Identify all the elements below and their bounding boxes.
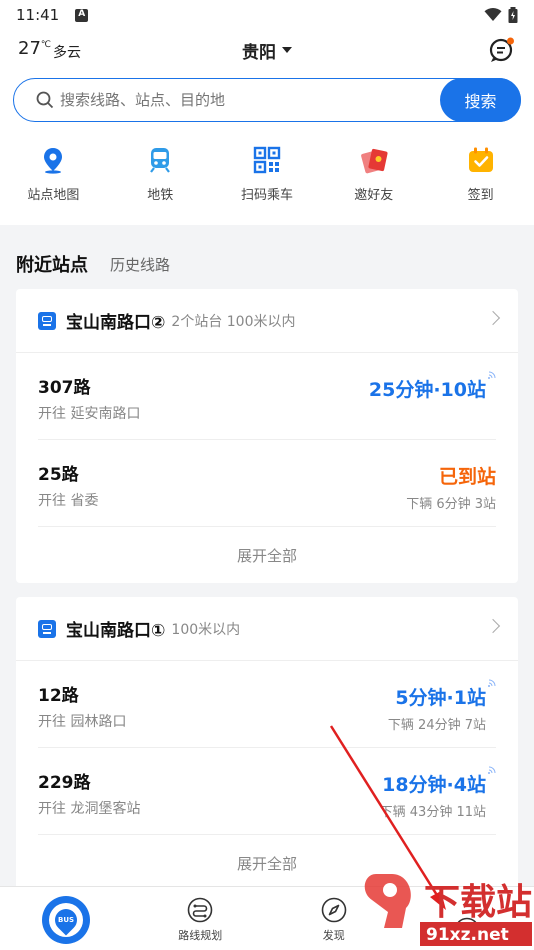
expand-all-button[interactable]: 展开全部 xyxy=(16,527,518,583)
bus-stop-icon xyxy=(38,311,56,330)
stop-header[interactable]: 宝山南路口① 100米以内 xyxy=(16,597,518,661)
app-header: 27 ℃ 多云 贵阳 xyxy=(0,30,534,70)
check-in-icon xyxy=(468,147,493,172)
quick-actions: 站点地图 地铁 扫码乘车 邀好友 签到 xyxy=(0,146,534,203)
chevron-right-icon xyxy=(485,618,501,634)
route-direction: 开往 延安南路口 xyxy=(38,406,141,422)
city-name: 贵阳 xyxy=(242,42,276,63)
stop-header[interactable]: 宝山南路口② 2个站台 100米以内 xyxy=(16,289,518,353)
nav-label: 发现 xyxy=(322,929,345,942)
search-button[interactable]: 搜索 xyxy=(440,77,521,122)
stop-card: 宝山南路口① 100米以内 12路 开往 园林路口 5分钟·1站 下辆 24分钟… xyxy=(16,597,518,891)
status-bar: 11:41 xyxy=(0,0,534,30)
route-name: 307路 xyxy=(38,378,91,398)
bus-badge-text: BUS xyxy=(57,916,75,924)
list-tabs: 附近站点 历史线路 xyxy=(0,225,534,277)
route-name: 25路 xyxy=(38,465,79,485)
search-bar: 搜索 xyxy=(13,77,521,122)
top-section: 11:41 27 ℃ 多云 贵阳 搜索 xyxy=(0,0,534,225)
nav-home[interactable]: BUS xyxy=(0,887,134,950)
wifi-icon xyxy=(484,8,502,21)
quick-label: 站点地图 xyxy=(27,188,80,203)
route-row[interactable]: 229路 开往 龙洞堡客站 18分钟·4站 下辆 43分钟 11站 xyxy=(38,748,496,835)
bus-home-icon: BUS xyxy=(42,896,90,944)
quick-station-map[interactable]: 站点地图 xyxy=(0,146,107,203)
tab-nearby-stops[interactable]: 附近站点 xyxy=(16,251,88,277)
route-direction: 开往 园林路口 xyxy=(38,714,127,730)
quick-label: 邀好友 xyxy=(354,188,394,203)
weather: 27 ℃ 多云 xyxy=(18,38,81,62)
quick-label: 签到 xyxy=(467,188,494,203)
notification-icon xyxy=(75,8,89,22)
route-eta: 5分钟·1站 xyxy=(395,687,486,709)
quick-label: 扫码乘车 xyxy=(240,188,293,203)
watermark-title: 下载站 xyxy=(424,882,532,923)
red-envelope-icon xyxy=(360,148,388,174)
route-eta: 25分钟·10站 xyxy=(368,379,486,401)
route-eta: 18分钟·4站 xyxy=(382,774,486,796)
weather-condition: 多云 xyxy=(53,45,82,61)
subway-icon xyxy=(150,148,171,173)
status-time: 11:41 xyxy=(16,6,60,24)
stop-name: 宝山南路口② xyxy=(66,313,166,333)
qr-code-icon xyxy=(253,146,281,174)
stop-meta: 100米以内 xyxy=(171,621,241,638)
route-row[interactable]: 12路 开往 园林路口 5分钟·1站 下辆 24分钟 7站 xyxy=(38,661,496,748)
temperature: 27 xyxy=(18,38,41,59)
route-next-bus: 下辆 24分钟 7站 xyxy=(387,718,486,733)
bus-stop-icon xyxy=(38,619,56,638)
realtime-signal-icon xyxy=(488,371,496,379)
route-name: 12路 xyxy=(38,686,79,706)
watermark-url: 91xz.net xyxy=(426,925,509,945)
quick-check-in[interactable]: 签到 xyxy=(427,146,534,203)
route-next-bus: 下辆 6分钟 3站 xyxy=(406,497,496,512)
temperature-unit: ℃ xyxy=(40,40,52,50)
city-selector[interactable]: 贵阳 xyxy=(242,38,292,63)
map-pin-icon xyxy=(44,148,63,174)
route-name: 229路 xyxy=(38,773,91,793)
message-icon[interactable] xyxy=(488,36,516,64)
stop-name: 宝山南路口① xyxy=(66,621,166,641)
quick-scan-ride[interactable]: 扫码乘车 xyxy=(214,146,321,203)
search-icon xyxy=(36,91,54,109)
caret-down-icon xyxy=(282,47,292,53)
route-plan-icon xyxy=(187,897,213,923)
route-direction: 开往 省委 xyxy=(38,493,99,509)
nav-route-planning[interactable]: 路线规划 xyxy=(134,887,268,950)
compass-icon xyxy=(321,897,347,923)
realtime-signal-icon xyxy=(488,766,496,774)
quick-label: 地铁 xyxy=(147,188,174,203)
tab-history-routes[interactable]: 历史线路 xyxy=(110,254,170,277)
chevron-right-icon xyxy=(485,310,501,326)
stop-card: 宝山南路口② 2个站台 100米以内 307路 开往 延安南路口 25分钟·10… xyxy=(16,289,518,583)
realtime-signal-icon xyxy=(488,679,496,687)
nav-label: 路线规划 xyxy=(178,929,223,942)
quick-invite[interactable]: 邀好友 xyxy=(320,146,427,203)
route-eta: 已到站 xyxy=(438,466,496,488)
route-row[interactable]: 307路 开往 延安南路口 25分钟·10站 xyxy=(38,353,496,440)
battery-icon xyxy=(508,7,518,23)
site-watermark: 下载站 91xz.net xyxy=(364,874,532,946)
route-next-bus: 下辆 43分钟 11站 xyxy=(379,805,486,820)
stop-meta: 2个站台 100米以内 xyxy=(171,313,296,330)
route-row[interactable]: 25路 开往 省委 已到站 下辆 6分钟 3站 xyxy=(38,440,496,527)
route-direction: 开往 龙洞堡客站 xyxy=(38,801,141,817)
quick-subway[interactable]: 地铁 xyxy=(107,146,214,203)
